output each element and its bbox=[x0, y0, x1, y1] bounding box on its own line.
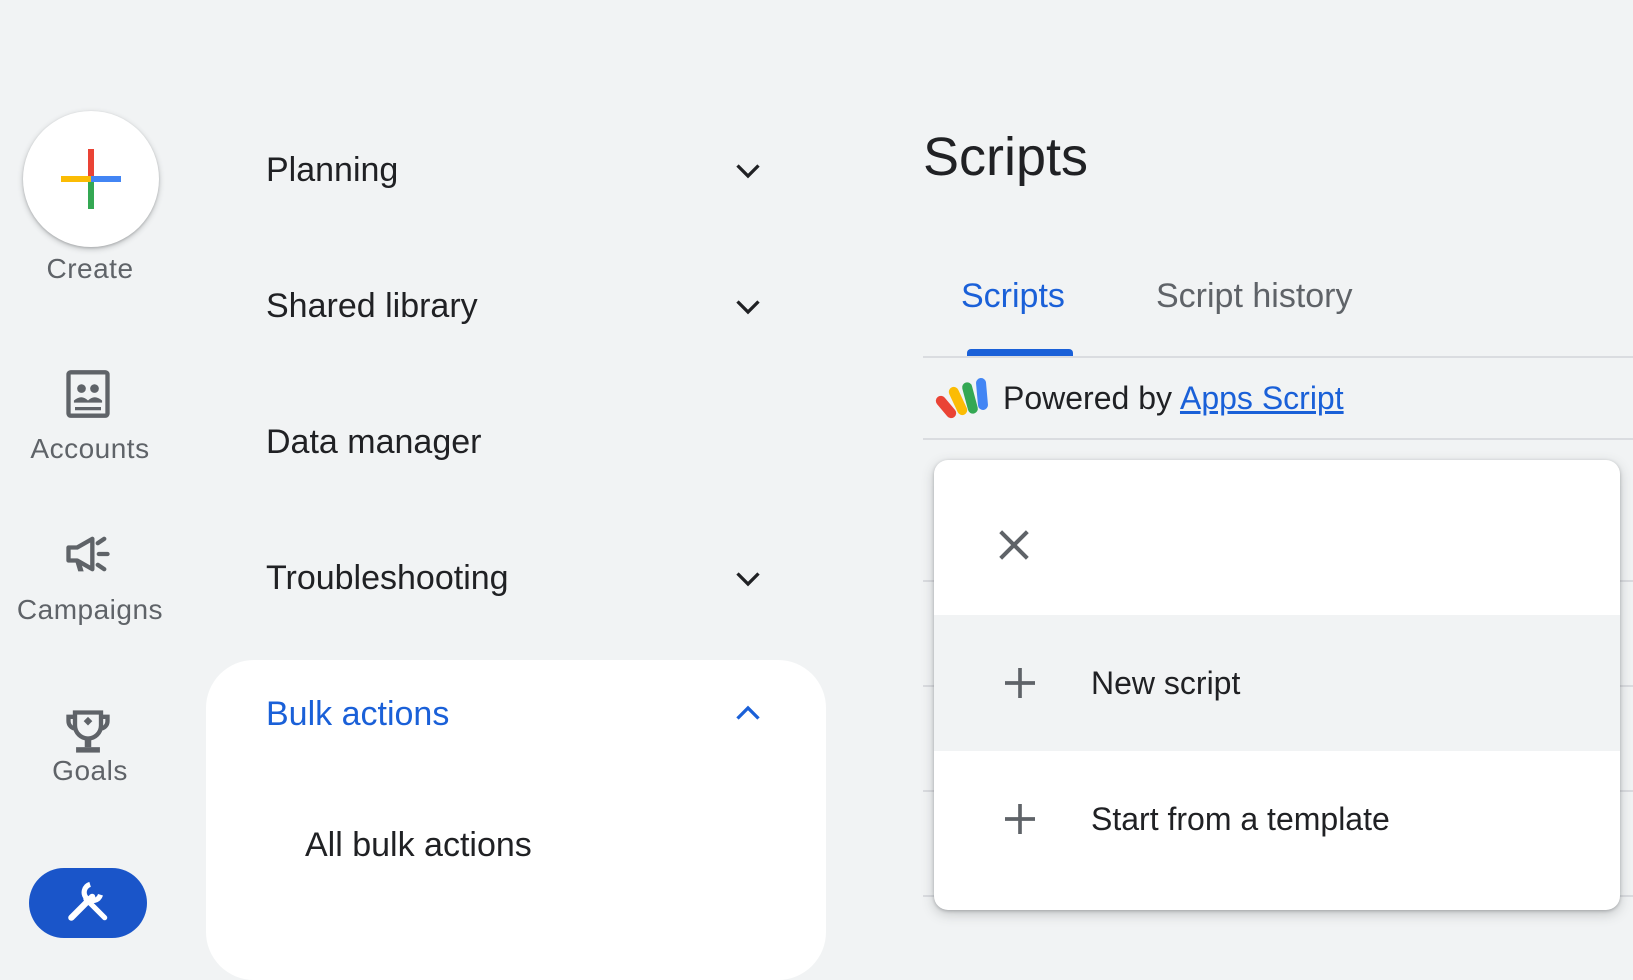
page-title: Scripts bbox=[923, 127, 1089, 187]
chevron-down-icon bbox=[736, 164, 760, 179]
nav-item-label: Bulk actions bbox=[266, 694, 450, 733]
apps-script-logo-icon bbox=[935, 378, 988, 419]
powered-by-label: Powered by bbox=[1003, 380, 1172, 416]
create-button[interactable] bbox=[23, 111, 159, 247]
nav-item-planning[interactable]: Planning bbox=[266, 140, 766, 200]
tab-scripts[interactable]: Scripts bbox=[961, 277, 1065, 316]
nav-item-troubleshooting[interactable]: Troubleshooting bbox=[266, 548, 766, 608]
nav-item-bulk-actions[interactable]: Bulk actions bbox=[266, 684, 766, 744]
chevron-down-icon bbox=[736, 572, 760, 587]
close-icon[interactable] bbox=[994, 525, 1034, 565]
nav-item-label: Data manager bbox=[266, 422, 482, 461]
rail-item-accounts-label[interactable]: Accounts bbox=[0, 433, 180, 465]
megaphone-icon[interactable] bbox=[62, 528, 114, 580]
trophy-icon[interactable] bbox=[62, 706, 114, 758]
menu-item-label: New script bbox=[1091, 664, 1241, 701]
powered-by-bar: Powered by Apps Script bbox=[923, 358, 1633, 440]
menu-item-label: Start from a template bbox=[1091, 800, 1390, 837]
plus-icon bbox=[1005, 804, 1035, 834]
nav-item-shared-library[interactable]: Shared library bbox=[266, 276, 766, 336]
chevron-down-icon bbox=[736, 300, 760, 315]
apps-script-link[interactable]: Apps Script bbox=[1180, 380, 1344, 416]
start-from-template-menu-item[interactable]: Start from a template bbox=[934, 751, 1620, 887]
nav-item-label: Planning bbox=[266, 150, 399, 189]
new-script-menu-item[interactable]: New script bbox=[934, 615, 1620, 751]
nav-item-label: Troubleshooting bbox=[266, 558, 509, 597]
nav-item-data-manager[interactable]: Data manager bbox=[266, 412, 766, 472]
nav-item-label: Shared library bbox=[266, 286, 478, 325]
tools-button[interactable] bbox=[29, 868, 147, 938]
create-label: Create bbox=[46, 253, 134, 284]
plus-color-icon bbox=[61, 149, 121, 209]
plus-icon bbox=[1005, 668, 1035, 698]
rail-item-goals-label[interactable]: Goals bbox=[0, 755, 180, 787]
active-tab-indicator bbox=[967, 349, 1073, 356]
accounts-icon[interactable] bbox=[62, 368, 114, 420]
chevron-up-icon bbox=[736, 705, 760, 720]
left-rail: Create Accounts Campaigns Goals bbox=[0, 0, 180, 938]
create-script-menu: New script Start from a template bbox=[934, 460, 1620, 910]
tab-script-history[interactable]: Script history bbox=[1156, 277, 1353, 316]
powered-by-text: Powered by Apps Script bbox=[1003, 380, 1344, 417]
rail-item-campaigns-label[interactable]: Campaigns bbox=[0, 594, 180, 626]
nav-subitem-all-bulk-actions[interactable]: All bulk actions bbox=[305, 826, 532, 865]
tools-icon bbox=[68, 881, 108, 921]
